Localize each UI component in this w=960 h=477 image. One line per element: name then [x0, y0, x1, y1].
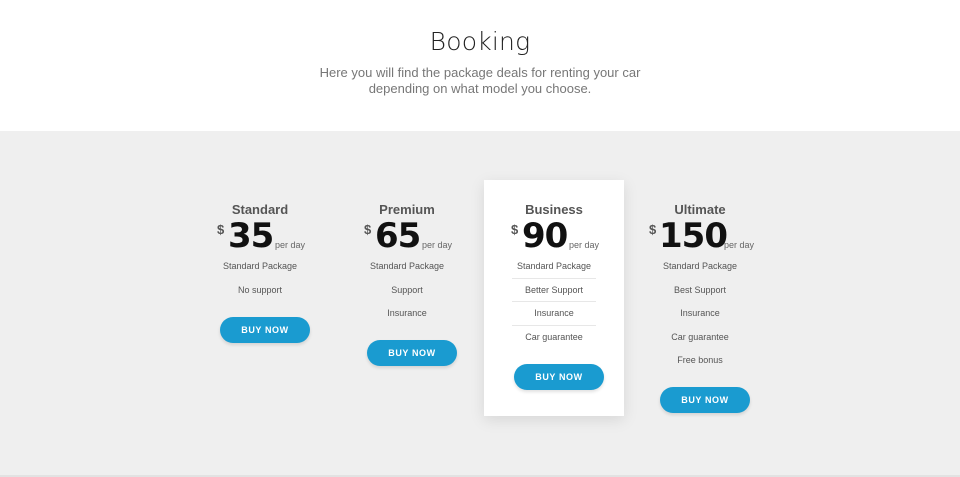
buy-now-button-ultimate[interactable]: BUY NOW [660, 387, 750, 413]
feature-item: Standard Package [512, 255, 596, 279]
feature-item: Insurance [512, 302, 596, 326]
feature-list: Standard Package Better Support Insuranc… [512, 255, 596, 349]
price-amount: 65 [375, 216, 421, 256]
price-row: $ 35 per day [190, 216, 330, 256]
price-period: per day [724, 240, 755, 250]
pricing-section: Standard $ 35 per day Standard Package N… [0, 131, 960, 477]
currency-symbol: $ [364, 222, 372, 237]
feature-item: Standard Package [222, 261, 298, 271]
price-amount: 35 [228, 216, 274, 256]
feature-item: Insurance [387, 308, 427, 318]
price-row: $ 150 per day [630, 216, 770, 256]
plan-name: Ultimate [674, 202, 726, 217]
buy-now-button-standard[interactable]: BUY NOW [220, 317, 310, 343]
feature-item: Insurance [680, 308, 720, 318]
currency-symbol: $ [217, 222, 225, 237]
pricing-card-standard: Standard $ 35 per day Standard Package N… [190, 180, 330, 380]
feature-list: Standard Package Support Insurance [365, 255, 449, 326]
page-title: Booking [429, 27, 531, 56]
plan-name: Standard [231, 202, 289, 217]
price-row: $ 90 per day [484, 216, 624, 256]
feature-item: Support [391, 284, 423, 295]
subtitle-line-1: Here you will find the package deals for… [319, 65, 641, 80]
plan-name: Premium [379, 202, 435, 217]
page-header: Booking Here you will find the package d… [0, 0, 960, 131]
feature-item: No support [237, 284, 283, 295]
feature-list: Standard Package No support [218, 255, 302, 302]
feature-item: Car guarantee [525, 331, 583, 342]
feature-item: Standard Package [662, 261, 738, 271]
feature-item: Best Support [673, 284, 727, 295]
pricing-card-business: Business $ 90 per day Standard Package B… [484, 180, 624, 416]
price-row: $ 65 per day [337, 216, 477, 256]
feature-item: Better Support [512, 279, 596, 302]
buy-now-button-business[interactable]: BUY NOW [514, 364, 604, 390]
plan-name: Business [525, 202, 583, 217]
price-period: per day [569, 240, 600, 250]
pricing-card-ultimate: Ultimate $ 150 per day Standard Package … [630, 180, 770, 420]
price-period: per day [275, 240, 306, 250]
price-amount: 150 [659, 216, 728, 256]
pricing-card-premium: Premium $ 65 per day Standard Package Su… [337, 180, 477, 380]
currency-symbol: $ [511, 222, 519, 237]
page-subtitle: Here you will find the package deals for… [300, 65, 660, 97]
feature-item: Free bonus [677, 355, 723, 365]
buy-now-button-premium[interactable]: BUY NOW [367, 340, 457, 366]
price-amount: 90 [522, 216, 568, 256]
subtitle-line-2: depending on what model you choose. [368, 81, 592, 96]
feature-list: Standard Package Best Support Insurance … [658, 255, 742, 373]
feature-item: Standard Package [369, 261, 445, 271]
feature-item: Car guarantee [671, 331, 729, 342]
price-period: per day [422, 240, 453, 250]
currency-symbol: $ [649, 222, 657, 237]
